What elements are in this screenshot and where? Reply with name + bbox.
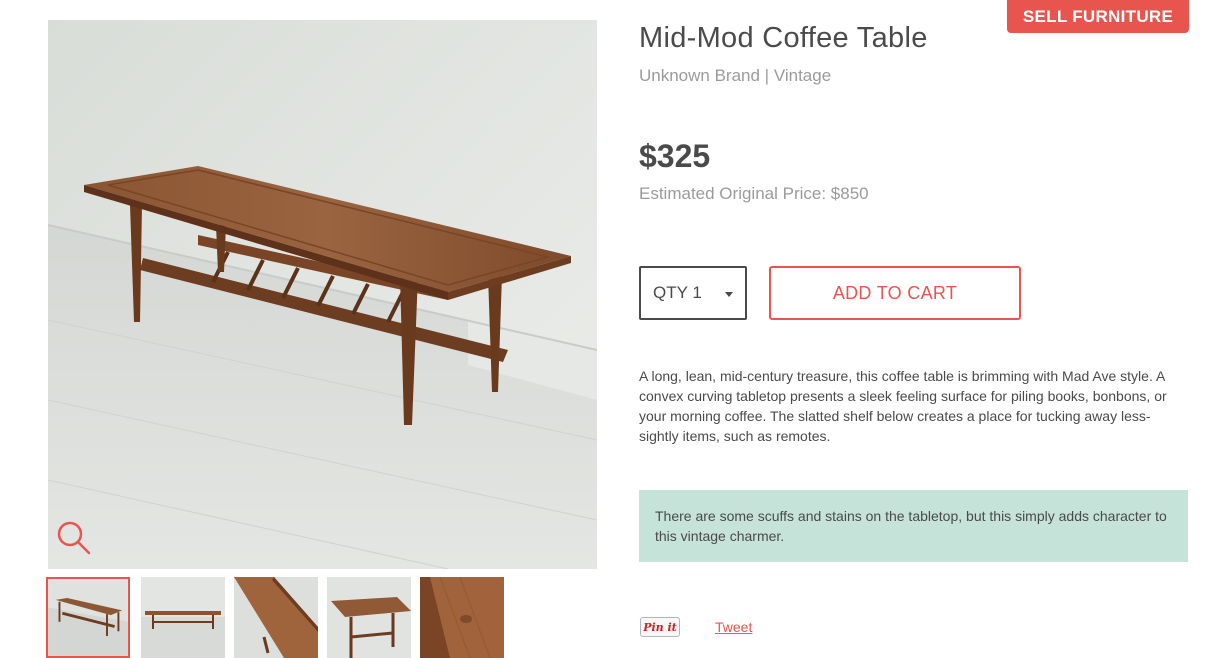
product-brand-condition: Unknown Brand | Vintage [639,66,832,85]
quantity-value: QTY 1 [653,283,702,302]
thumbnail-3[interactable] [234,577,318,658]
thumbnail-image [141,577,225,658]
thumbnail-image [234,577,318,658]
pinterest-pin-button[interactable]: Pin it [640,617,680,637]
thumbnail-image [420,577,504,658]
thumbnail-image [48,579,128,656]
product-price: $325 [639,138,711,174]
original-price: Estimated Original Price: $850 [639,184,869,203]
thumbnail-5[interactable] [420,577,504,658]
thumbnail-2[interactable] [141,577,225,658]
coffee-table-photo [48,20,597,569]
product-description: A long, lean, mid-century treasure, this… [639,368,1167,444]
zoom-search-icon[interactable] [56,520,92,556]
thumbnail-4[interactable] [327,577,411,658]
thumbnail-image [327,577,411,658]
caret-down-icon [725,292,733,297]
thumbnail-1[interactable] [46,577,130,658]
quantity-select[interactable]: QTY 1 [639,266,747,320]
sell-furniture-button[interactable]: SELL FURNITURE [1007,0,1189,33]
tweet-link[interactable]: Tweet [715,619,752,635]
product-title: Mid-Mod Coffee Table [639,22,928,54]
add-to-cart-button[interactable]: ADD TO CART [769,266,1021,320]
main-product-image[interactable] [48,20,597,569]
condition-note: There are some scuffs and stains on the … [639,490,1188,562]
condition-note-text: There are some scuffs and stains on the … [655,508,1167,544]
